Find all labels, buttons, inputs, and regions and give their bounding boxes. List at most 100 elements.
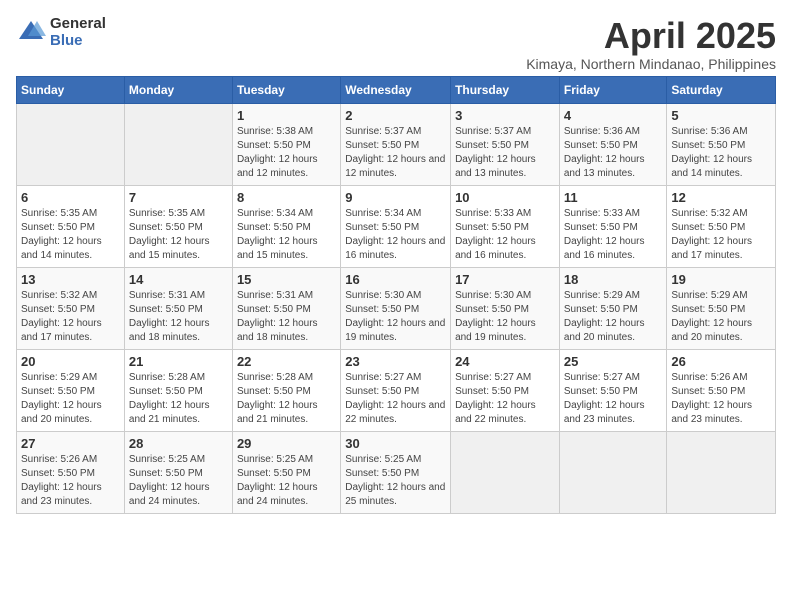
calendar-cell: 17 Sunrise: 5:30 AM Sunset: 5:50 PM Dayli… <box>451 267 560 349</box>
day-info: Sunrise: 5:34 AM Sunset: 5:50 PM Dayligh… <box>237 207 336 263</box>
day-number: 23 <box>345 354 446 369</box>
calendar-table: SundayMondayTuesdayWednesdayThursdayFrid… <box>16 76 776 514</box>
day-number: 21 <box>129 354 228 369</box>
day-number: 6 <box>21 190 120 205</box>
calendar-cell: 13 Sunrise: 5:32 AM Sunset: 5:50 PM Dayli… <box>17 267 125 349</box>
day-number: 26 <box>671 354 771 369</box>
day-number: 14 <box>129 272 228 287</box>
calendar-title: April 2025 <box>526 16 776 56</box>
day-header-wednesday: Wednesday <box>341 76 451 103</box>
calendar-cell: 7Sunrise: 5:35 AM Sunset: 5:50 PM Daylig… <box>124 185 232 267</box>
day-info: Sunrise: 5:25 AM Sunset: 5:50 PM Dayligh… <box>129 453 228 509</box>
calendar-cell <box>559 431 667 513</box>
day-info: Sunrise: 5:32 AM Sunset: 5:50 PM Dayligh… <box>671 207 771 263</box>
logo: General Blue <box>16 16 106 49</box>
title-block: April 2025 Kimaya, Northern Mindanao, Ph… <box>526 16 776 72</box>
day-number: 10 <box>455 190 555 205</box>
day-header-saturday: Saturday <box>667 76 776 103</box>
calendar-subtitle: Kimaya, Northern Mindanao, Philippines <box>526 56 776 72</box>
calendar-week-3: 13 Sunrise: 5:32 AM Sunset: 5:50 PM Dayli… <box>17 267 776 349</box>
calendar-cell: 28 Sunrise: 5:25 AM Sunset: 5:50 PM Dayli… <box>124 431 232 513</box>
calendar-week-5: 27 Sunrise: 5:26 AM Sunset: 5:50 PM Dayli… <box>17 431 776 513</box>
day-info: Sunrise: 5:31 AM Sunset: 5:50 PM Dayligh… <box>237 289 336 345</box>
day-info: Sunrise: 5:35 AM Sunset: 5:50 PM Dayligh… <box>129 207 228 263</box>
calendar-cell: 6 Sunrise: 5:35 AM Sunset: 5:50 PM Daylig… <box>17 185 125 267</box>
day-number: 2 <box>345 108 446 123</box>
day-info: Sunrise: 5:27 AM Sunset: 5:50 PM Dayligh… <box>345 371 446 427</box>
calendar-cell: 2 Sunrise: 5:37 AM Sunset: 5:50 PM Daylig… <box>341 103 451 185</box>
calendar-cell <box>124 103 232 185</box>
day-number: 30 <box>345 436 446 451</box>
day-number: 5 <box>671 108 771 123</box>
calendar-week-1: 1Sunrise: 5:38 AM Sunset: 5:50 PM Daylig… <box>17 103 776 185</box>
day-number: 27 <box>21 436 120 451</box>
calendar-cell: 4 Sunrise: 5:36 AM Sunset: 5:50 PM Daylig… <box>559 103 667 185</box>
calendar-week-4: 20 Sunrise: 5:29 AM Sunset: 5:50 PM Dayli… <box>17 349 776 431</box>
day-info: Sunrise: 5:37 AM Sunset: 5:50 PM Dayligh… <box>345 125 446 181</box>
day-info: Sunrise: 5:27 AM Sunset: 5:50 PM Dayligh… <box>564 371 663 427</box>
calendar-cell: 21 Sunrise: 5:28 AM Sunset: 5:50 PM Dayli… <box>124 349 232 431</box>
day-number: 28 <box>129 436 228 451</box>
day-info: Sunrise: 5:31 AM Sunset: 5:50 PM Dayligh… <box>129 289 228 345</box>
day-info: Sunrise: 5:29 AM Sunset: 5:50 PM Dayligh… <box>564 289 663 345</box>
calendar-cell: 10 Sunrise: 5:33 AM Sunset: 5:50 PM Dayli… <box>451 185 560 267</box>
calendar-cell <box>451 431 560 513</box>
day-info: Sunrise: 5:25 AM Sunset: 5:50 PM Dayligh… <box>237 453 336 509</box>
calendar-cell: 26 Sunrise: 5:26 AM Sunset: 5:50 PM Dayli… <box>667 349 776 431</box>
day-header-monday: Monday <box>124 76 232 103</box>
logo-blue-text: Blue <box>50 33 106 50</box>
day-info: Sunrise: 5:35 AM Sunset: 5:50 PM Dayligh… <box>21 207 120 263</box>
day-number: 24 <box>455 354 555 369</box>
day-number: 25 <box>564 354 663 369</box>
calendar-cell: 18 Sunrise: 5:29 AM Sunset: 5:50 PM Dayli… <box>559 267 667 349</box>
day-number: 12 <box>671 190 771 205</box>
calendar-cell: 27 Sunrise: 5:26 AM Sunset: 5:50 PM Dayli… <box>17 431 125 513</box>
logo-icon <box>16 18 46 48</box>
day-number: 20 <box>21 354 120 369</box>
day-number: 18 <box>564 272 663 287</box>
calendar-cell: 11 Sunrise: 5:33 AM Sunset: 5:50 PM Dayli… <box>559 185 667 267</box>
day-info: Sunrise: 5:33 AM Sunset: 5:50 PM Dayligh… <box>455 207 555 263</box>
day-header-thursday: Thursday <box>451 76 560 103</box>
day-info: Sunrise: 5:33 AM Sunset: 5:50 PM Dayligh… <box>564 207 663 263</box>
day-info: Sunrise: 5:26 AM Sunset: 5:50 PM Dayligh… <box>671 371 771 427</box>
calendar-cell: 1Sunrise: 5:38 AM Sunset: 5:50 PM Daylig… <box>232 103 340 185</box>
day-number: 22 <box>237 354 336 369</box>
day-info: Sunrise: 5:36 AM Sunset: 5:50 PM Dayligh… <box>564 125 663 181</box>
day-info: Sunrise: 5:28 AM Sunset: 5:50 PM Dayligh… <box>129 371 228 427</box>
calendar-cell: 14 Sunrise: 5:31 AM Sunset: 5:50 PM Dayli… <box>124 267 232 349</box>
day-header-friday: Friday <box>559 76 667 103</box>
logo-general-text: General <box>50 16 106 33</box>
calendar-cell: 15 Sunrise: 5:31 AM Sunset: 5:50 PM Dayli… <box>232 267 340 349</box>
day-number: 13 <box>21 272 120 287</box>
day-info: Sunrise: 5:30 AM Sunset: 5:50 PM Dayligh… <box>345 289 446 345</box>
day-number: 11 <box>564 190 663 205</box>
day-info: Sunrise: 5:29 AM Sunset: 5:50 PM Dayligh… <box>21 371 120 427</box>
calendar-cell <box>667 431 776 513</box>
day-info: Sunrise: 5:36 AM Sunset: 5:50 PM Dayligh… <box>671 125 771 181</box>
calendar-cell: 24Sunrise: 5:27 AM Sunset: 5:50 PM Dayli… <box>451 349 560 431</box>
calendar-cell: 8Sunrise: 5:34 AM Sunset: 5:50 PM Daylig… <box>232 185 340 267</box>
day-number: 17 <box>455 272 555 287</box>
day-header-sunday: Sunday <box>17 76 125 103</box>
day-info: Sunrise: 5:32 AM Sunset: 5:50 PM Dayligh… <box>21 289 120 345</box>
day-info: Sunrise: 5:30 AM Sunset: 5:50 PM Dayligh… <box>455 289 555 345</box>
calendar-cell: 3Sunrise: 5:37 AM Sunset: 5:50 PM Daylig… <box>451 103 560 185</box>
day-info: Sunrise: 5:28 AM Sunset: 5:50 PM Dayligh… <box>237 371 336 427</box>
day-number: 4 <box>564 108 663 123</box>
day-number: 9 <box>345 190 446 205</box>
day-info: Sunrise: 5:37 AM Sunset: 5:50 PM Dayligh… <box>455 125 555 181</box>
day-number: 29 <box>237 436 336 451</box>
day-info: Sunrise: 5:26 AM Sunset: 5:50 PM Dayligh… <box>21 453 120 509</box>
calendar-week-2: 6 Sunrise: 5:35 AM Sunset: 5:50 PM Daylig… <box>17 185 776 267</box>
calendar-cell: 5 Sunrise: 5:36 AM Sunset: 5:50 PM Daylig… <box>667 103 776 185</box>
day-number: 15 <box>237 272 336 287</box>
calendar-body: 1Sunrise: 5:38 AM Sunset: 5:50 PM Daylig… <box>17 103 776 513</box>
calendar-cell: 25 Sunrise: 5:27 AM Sunset: 5:50 PM Dayli… <box>559 349 667 431</box>
day-info: Sunrise: 5:29 AM Sunset: 5:50 PM Dayligh… <box>671 289 771 345</box>
calendar-cell: 20 Sunrise: 5:29 AM Sunset: 5:50 PM Dayli… <box>17 349 125 431</box>
calendar-cell <box>17 103 125 185</box>
day-number: 16 <box>345 272 446 287</box>
calendar-cell: 9Sunrise: 5:34 AM Sunset: 5:50 PM Daylig… <box>341 185 451 267</box>
day-info: Sunrise: 5:38 AM Sunset: 5:50 PM Dayligh… <box>237 125 336 181</box>
